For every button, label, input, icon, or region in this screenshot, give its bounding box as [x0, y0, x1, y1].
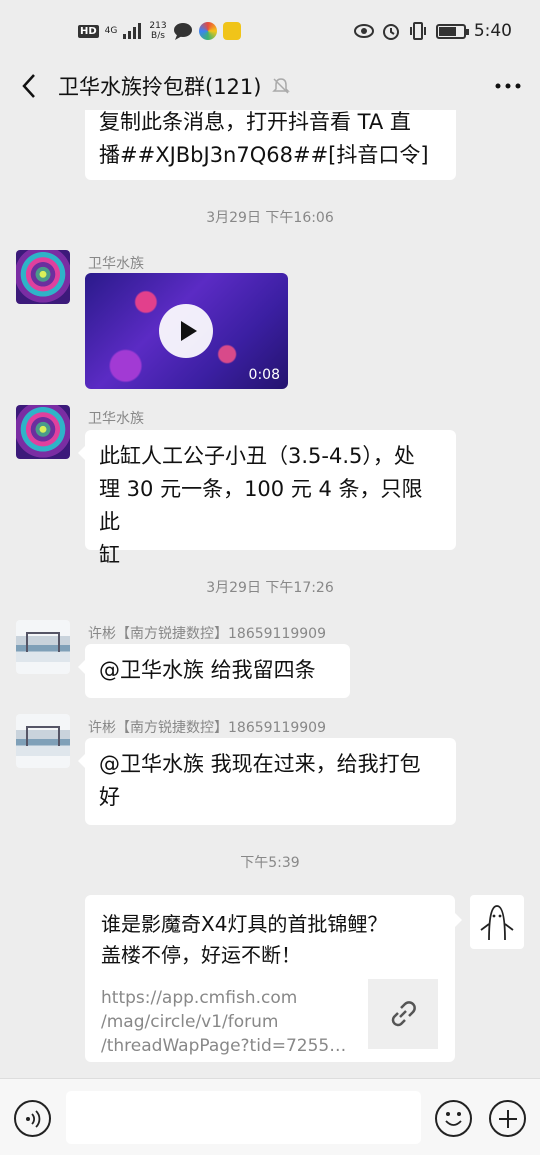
sender-name: 卫华水族 — [88, 411, 144, 427]
message-text-line: 此缸人工公子小丑（3.5-4.5），处 — [99, 444, 415, 468]
avatar[interactable] — [16, 620, 70, 674]
link-card-url: https://app.cmfish.com /mag/circle/v1/fo… — [101, 986, 356, 1058]
clock: 5:40 — [473, 21, 512, 41]
vibrate-icon — [409, 22, 426, 40]
sender-name: 许彬【南方锐捷数控】18659119909 — [88, 626, 326, 642]
sender-name: 许彬【南方锐捷数控】18659119909 — [88, 720, 326, 736]
link-icon — [391, 1001, 416, 1027]
more-options-button[interactable] — [476, 62, 540, 110]
message-text-line: @卫华水族 我现在过来，给我打包 — [99, 752, 421, 776]
doodle-character-icon — [480, 905, 514, 941]
sender-name: 卫华水族 — [88, 256, 144, 272]
back-button[interactable] — [0, 62, 58, 110]
more-dots-icon — [495, 83, 521, 89]
link-url-line: /mag/circle/v1/forum — [101, 1012, 279, 1032]
status-bar: HD 4G 213 B/s 5:40 — [0, 0, 540, 62]
message-text-line: 理 30 元一条，100 元 4 条，只限此 — [99, 477, 423, 534]
message-bubble[interactable]: @卫华水族 我现在过来，给我打包 好 — [78, 738, 456, 825]
message-notification-icon — [173, 23, 192, 40]
speed-readout: 213 B/s — [149, 21, 166, 41]
app-notification-icon — [198, 22, 217, 40]
alarm-icon — [382, 24, 399, 40]
emoji-icon — [445, 1112, 462, 1126]
voice-input-button[interactable] — [14, 1100, 51, 1137]
hd-badge: HD — [78, 24, 99, 38]
emoji-button[interactable] — [435, 1100, 472, 1137]
link-title-line: 谁是影魔奇X4灯具的首批锦鲤？ — [101, 912, 388, 936]
message-text-line: 好 — [99, 785, 120, 809]
link-url-line: https://app.cmfish.com — [101, 988, 298, 1008]
avatar[interactable] — [16, 250, 70, 304]
eye-comfort-icon — [353, 24, 374, 38]
avatar[interactable] — [16, 714, 70, 768]
link-title-line: 盖楼不停，好运不断！ — [101, 943, 301, 967]
status-left: HD 4G 213 B/s — [78, 21, 241, 41]
message-input[interactable] — [66, 1091, 421, 1144]
chevron-left-icon — [22, 74, 35, 98]
timestamp: 3月29日 下午16:06 — [206, 210, 334, 226]
message-bubble[interactable]: @卫华水族 给我留四条 — [78, 644, 350, 698]
message-text: @卫华水族 给我留四条 — [99, 658, 316, 682]
battery-level — [438, 26, 457, 36]
avatar[interactable] — [16, 405, 70, 459]
mute-bell-icon — [272, 78, 291, 94]
battery-icon — [435, 23, 469, 39]
video-message[interactable]: 0:08 — [85, 273, 288, 389]
link-url-line: /threadWapPage?tid=72558... — [101, 1036, 356, 1056]
game-notification-icon — [222, 22, 241, 40]
network-type: 4G — [104, 26, 118, 36]
voice-icon — [25, 1109, 40, 1128]
chat-scroll-area[interactable]: 复制此条消息，打开抖音看 TA 直 播##XJBbJ3n7Q68##[抖音口令]… — [0, 110, 540, 1078]
message-text-line: 播##XJBbJ3n7Q68##[抖音口令] — [99, 143, 429, 167]
link-card[interactable]: 谁是影魔奇X4灯具的首批锦鲤？ 盖楼不停，好运不断！ https://app.c… — [85, 895, 462, 1062]
play-icon[interactable] — [159, 304, 213, 358]
message-text-line: 复制此条消息，打开抖音看 TA 直 — [99, 110, 411, 134]
more-actions-button[interactable] — [489, 1100, 526, 1137]
link-thumbnail — [368, 979, 438, 1049]
video-duration: 0:08 — [248, 367, 280, 383]
input-bar — [0, 1078, 540, 1155]
message-bubble[interactable]: 复制此条消息，打开抖音看 TA 直 播##XJBbJ3n7Q68##[抖音口令] — [85, 110, 456, 180]
speed-value: 213 — [149, 21, 167, 31]
timestamp: 下午5:39 — [240, 855, 300, 871]
message-text-line: 缸 — [99, 543, 120, 567]
message-bubble[interactable]: 此缸人工公子小丑（3.5-4.5），处 理 30 元一条，100 元 4 条，只… — [78, 430, 456, 567]
self-avatar[interactable] — [470, 895, 524, 949]
chat-header: 卫华水族拎包群(121) — [0, 62, 540, 110]
plus-icon — [498, 1109, 517, 1128]
speed-unit: B/s — [151, 31, 165, 41]
chat-title: 卫华水族拎包群(121) — [58, 75, 262, 99]
link-card-title: 谁是影魔奇X4灯具的首批锦鲤？ 盖楼不停，好运不断！ — [101, 909, 441, 971]
timestamp: 3月29日 下午17:26 — [206, 580, 334, 596]
signal-icon — [123, 23, 142, 39]
status-right: 5:40 — [353, 21, 512, 41]
